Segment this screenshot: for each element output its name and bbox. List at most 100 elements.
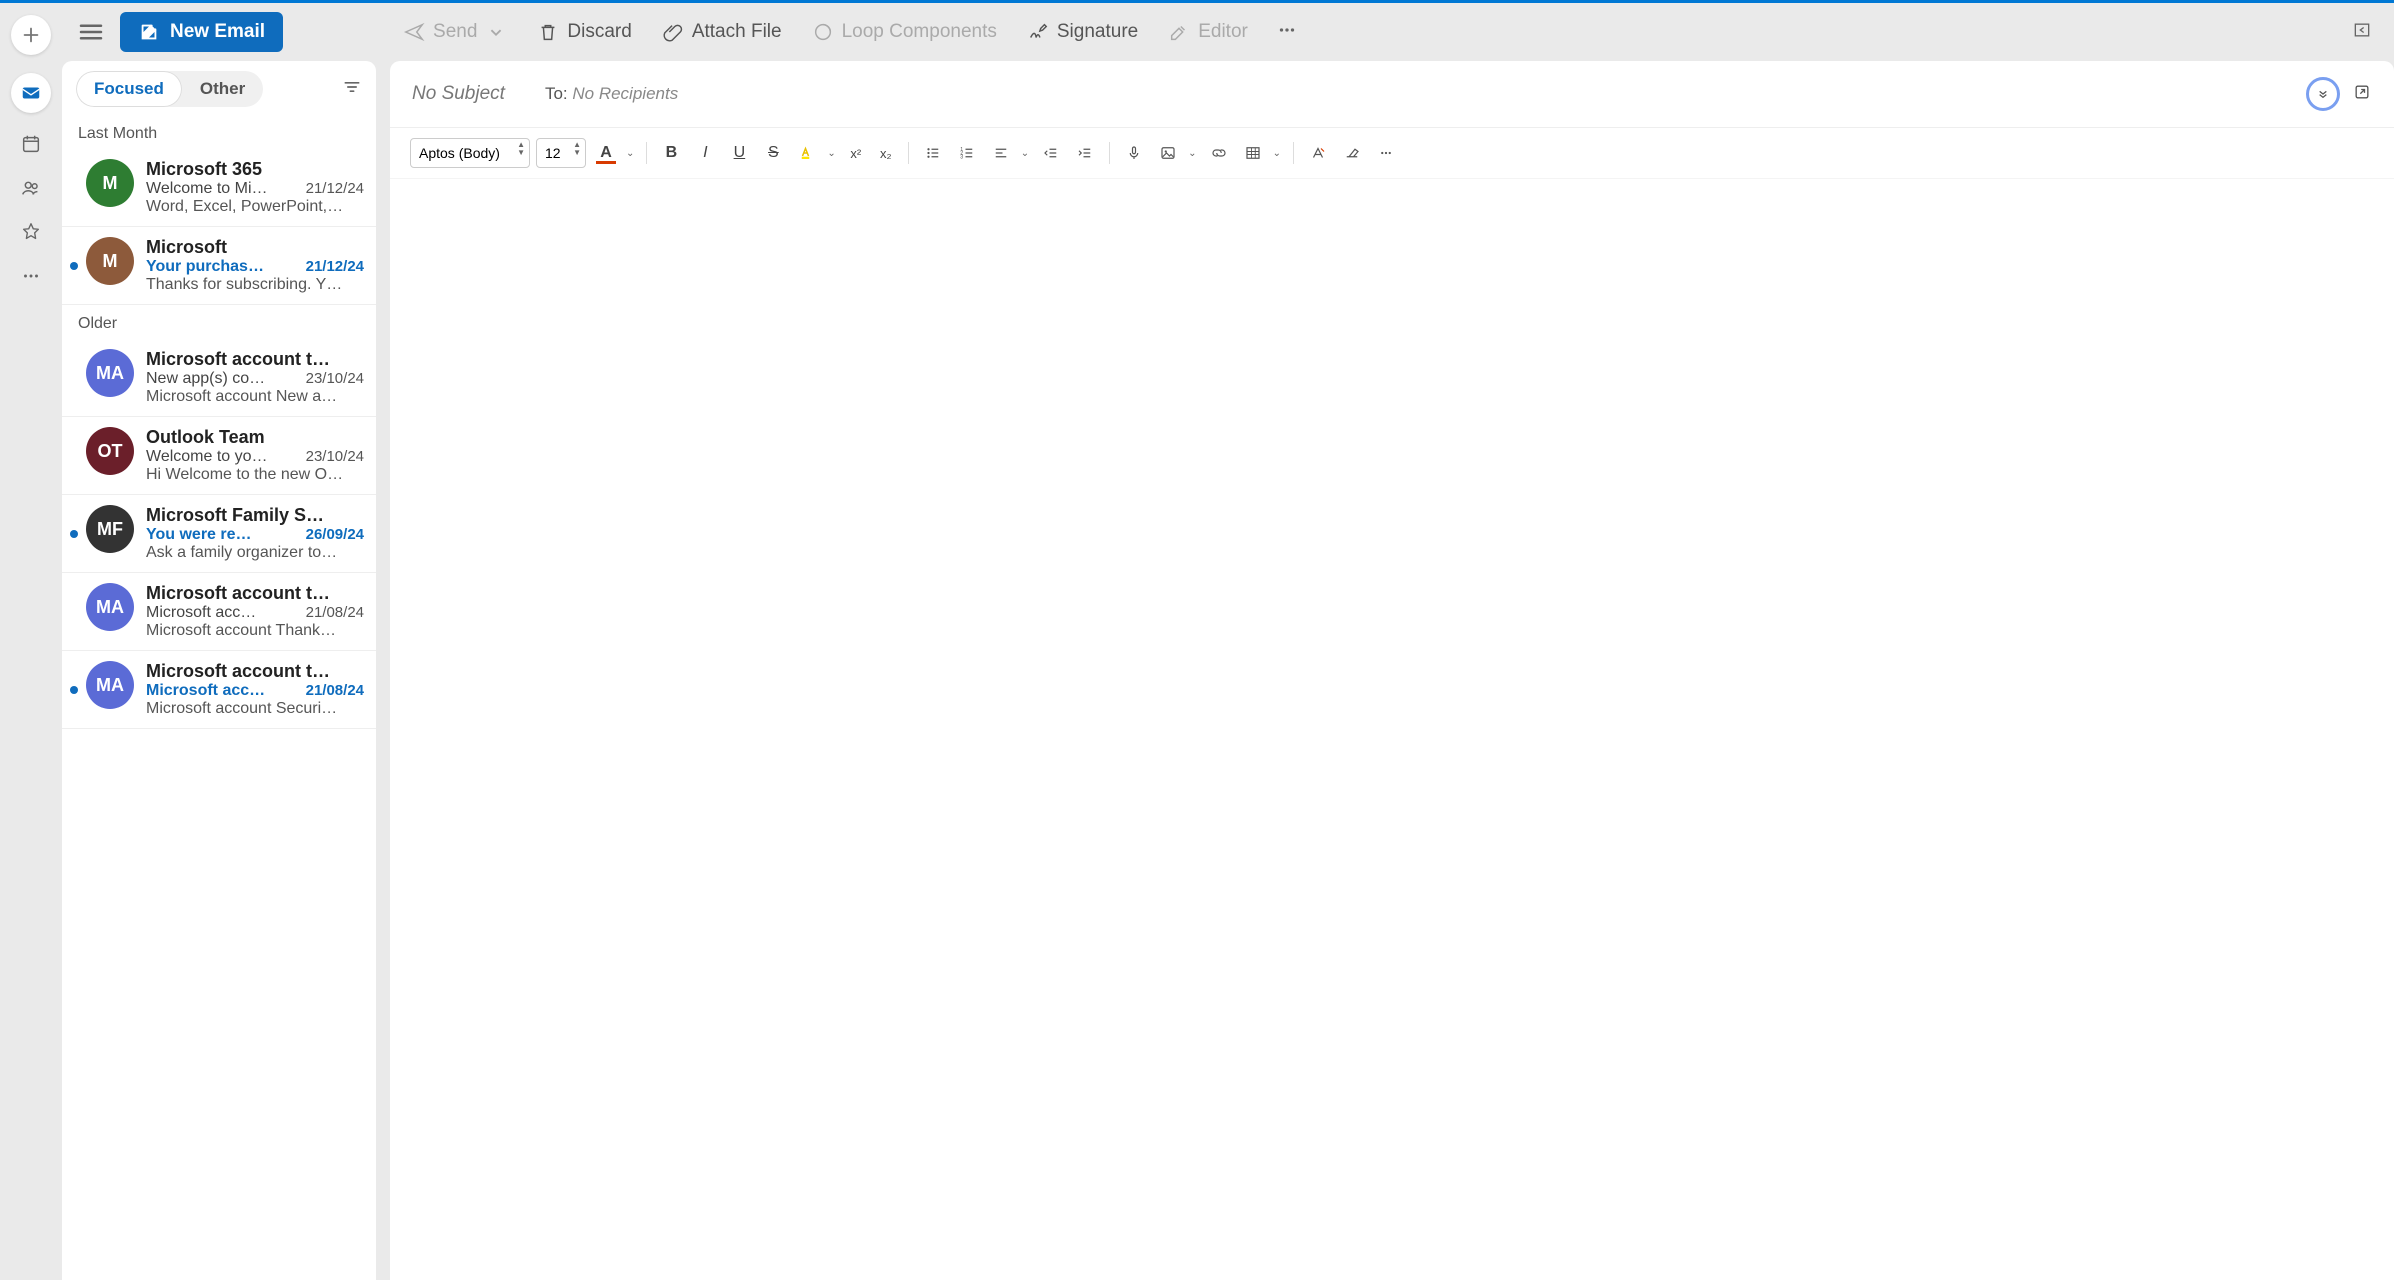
outdent-button[interactable] xyxy=(1037,139,1065,167)
outdent-icon xyxy=(1042,144,1060,162)
chevron-double-down-icon xyxy=(2315,86,2331,102)
discard-label: Discard xyxy=(567,21,631,43)
table-dropdown[interactable]: ⌄ xyxy=(1271,148,1283,159)
insert-link-button[interactable] xyxy=(1205,139,1233,167)
compose-icon xyxy=(138,21,160,43)
email-sender: Microsoft account t… xyxy=(146,349,364,370)
image-dropdown[interactable]: ⌄ xyxy=(1186,148,1198,159)
loop-components-button[interactable]: Loop Components xyxy=(802,15,1007,49)
numbered-list-button[interactable]: 123 xyxy=(953,139,981,167)
editor-button[interactable]: Editor xyxy=(1158,15,1258,49)
email-sender: Microsoft 365 xyxy=(146,159,364,180)
underline-icon: U xyxy=(734,144,746,162)
email-preview: Thanks for subscribing. Y… xyxy=(146,276,364,294)
underline-button[interactable]: U xyxy=(725,139,753,167)
italic-button[interactable]: I xyxy=(691,139,719,167)
new-email-label: New Email xyxy=(170,21,265,43)
trash-icon xyxy=(537,21,559,43)
clear-formatting-button[interactable] xyxy=(1338,139,1366,167)
ribbon: New Email Send Discard Attach File Loop … xyxy=(62,3,2394,61)
hamburger-button[interactable] xyxy=(76,17,106,47)
email-item[interactable]: MA Microsoft account t… Microsoft acc… 2… xyxy=(62,651,376,729)
avatar: M xyxy=(86,159,134,207)
avatar: MA xyxy=(86,349,134,397)
send-icon xyxy=(403,21,425,43)
people-icon xyxy=(20,177,42,199)
dictate-button[interactable] xyxy=(1120,139,1148,167)
more-horizontal-icon xyxy=(1377,144,1395,162)
bold-button[interactable]: B xyxy=(657,139,685,167)
new-item-button[interactable] xyxy=(11,15,51,55)
plus-icon xyxy=(20,24,42,46)
more-horizontal-icon xyxy=(20,265,42,287)
align-button[interactable] xyxy=(987,139,1015,167)
italic-icon: I xyxy=(703,144,707,162)
font-size-select[interactable]: 12 ▲▼ xyxy=(536,138,586,168)
font-color-dropdown[interactable]: ⌄ xyxy=(624,148,636,159)
email-preview: Microsoft account Thank… xyxy=(146,622,364,640)
strikethrough-icon: S xyxy=(768,144,779,162)
mail-icon xyxy=(20,82,42,104)
favorites-nav-button[interactable] xyxy=(18,219,44,245)
popout-button[interactable] xyxy=(2352,82,2372,107)
email-item[interactable]: MA Microsoft account t… Microsoft acc… 2… xyxy=(62,573,376,651)
attach-file-button[interactable]: Attach File xyxy=(652,15,792,49)
font-color-button[interactable]: A xyxy=(592,139,620,167)
compose-body[interactable] xyxy=(390,179,2394,1280)
ribbon-more-button[interactable] xyxy=(1268,15,1306,50)
to-field[interactable]: To: No Recipients xyxy=(545,84,678,104)
subscript-button[interactable]: x₂ xyxy=(874,139,898,167)
email-preview: Microsoft account New a… xyxy=(146,388,364,406)
email-item[interactable]: M Microsoft 365 Welcome to Mi… 21/12/24 … xyxy=(62,149,376,227)
indent-button[interactable] xyxy=(1071,139,1099,167)
subject-field[interactable]: No Subject xyxy=(412,83,505,105)
email-item[interactable]: MF Microsoft Family S… You were re… 26/0… xyxy=(62,495,376,573)
strikethrough-button[interactable]: S xyxy=(759,139,787,167)
tab-other[interactable]: Other xyxy=(182,71,263,107)
font-family-select[interactable]: Aptos (Body) ▲▼ xyxy=(410,138,530,168)
superscript-button[interactable]: x² xyxy=(844,139,868,167)
new-email-button[interactable]: New Email xyxy=(120,12,283,52)
email-item[interactable]: MA Microsoft account t… New app(s) co… 2… xyxy=(62,339,376,417)
send-button[interactable]: Send xyxy=(393,15,517,49)
font-size-value: 12 xyxy=(545,145,561,161)
styles-button[interactable] xyxy=(1304,139,1332,167)
email-date: 21/08/24 xyxy=(306,604,364,622)
email-item[interactable]: M Microsoft Your purchas… 21/12/24 Thank… xyxy=(62,227,376,305)
styles-icon xyxy=(1309,144,1327,162)
mini-sidebar xyxy=(0,3,62,1280)
bullet-list-icon xyxy=(924,144,942,162)
email-sender: Microsoft account t… xyxy=(146,583,364,604)
insert-image-button[interactable] xyxy=(1154,139,1182,167)
editor-label: Editor xyxy=(1198,21,1248,43)
email-preview: Ask a family organizer to… xyxy=(146,544,364,562)
filter-button[interactable] xyxy=(342,77,362,102)
email-date: 21/12/24 xyxy=(306,258,364,276)
format-more-button[interactable] xyxy=(1372,139,1400,167)
format-toolbar: Aptos (Body) ▲▼ 12 ▲▼ A ⌄ B I U xyxy=(390,128,2394,179)
svg-text:3: 3 xyxy=(960,154,963,160)
mail-nav-button[interactable] xyxy=(11,73,51,113)
more-nav-button[interactable] xyxy=(18,263,44,289)
attach-icon xyxy=(662,21,684,43)
avatar: MA xyxy=(86,583,134,631)
email-subject: Microsoft acc… xyxy=(146,604,298,622)
highlight-dropdown[interactable]: ⌄ xyxy=(825,148,837,159)
calendar-nav-button[interactable] xyxy=(18,131,44,157)
insert-table-button[interactable] xyxy=(1239,139,1267,167)
bullet-list-button[interactable] xyxy=(919,139,947,167)
signature-button[interactable]: Signature xyxy=(1017,15,1148,49)
align-dropdown[interactable]: ⌄ xyxy=(1019,148,1031,159)
star-icon xyxy=(20,221,42,243)
discard-button[interactable]: Discard xyxy=(527,15,641,49)
email-subject: Welcome to Mi… xyxy=(146,180,298,198)
email-item[interactable]: OT Outlook Team Welcome to yo… 23/10/24 … xyxy=(62,417,376,495)
expand-header-button[interactable] xyxy=(2306,77,2340,111)
font-color-icon: A xyxy=(600,144,612,162)
email-date: 23/10/24 xyxy=(306,448,364,466)
tab-focused[interactable]: Focused xyxy=(76,71,182,107)
ribbon-collapse-button[interactable] xyxy=(2344,16,2380,49)
email-date: 23/10/24 xyxy=(306,370,364,388)
highlight-button[interactable] xyxy=(793,139,821,167)
people-nav-button[interactable] xyxy=(18,175,44,201)
